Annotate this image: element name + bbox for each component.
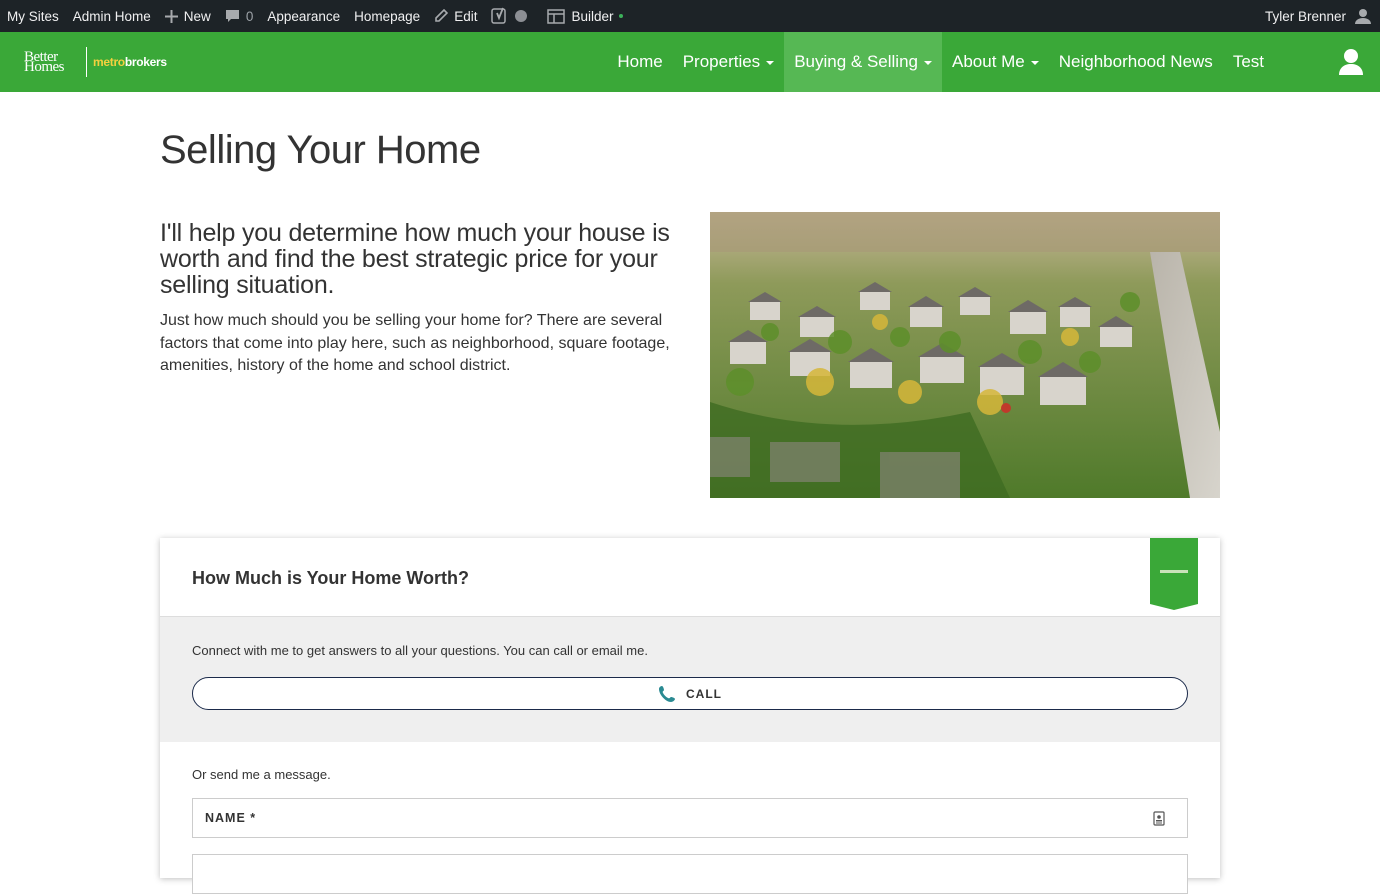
yoast-icon xyxy=(491,7,507,24)
builder-icon xyxy=(547,8,566,24)
main-navigation: Better Homes metrobrokers Home Propertie… xyxy=(0,32,1380,92)
brand-logo[interactable]: Better Homes metrobrokers xyxy=(24,46,169,78)
admin-home-label: Admin Home xyxy=(72,8,151,24)
logo-metro: metro xyxy=(93,55,125,69)
user-name: Tyler Brenner xyxy=(1264,8,1346,24)
nav-label: About Me xyxy=(952,52,1025,71)
nav-item-buying-selling[interactable]: Buying & Selling xyxy=(784,32,942,92)
user-account-menu[interactable]: Tyler Brenner xyxy=(1258,0,1380,32)
logo-better-homes: Better Homes xyxy=(24,50,80,75)
comment-icon xyxy=(225,10,239,22)
user-login-icon[interactable] xyxy=(1338,48,1364,76)
nav-item-properties[interactable]: Properties xyxy=(673,32,784,92)
nav-label: Properties xyxy=(682,52,761,71)
new-label: New xyxy=(183,8,211,24)
plus-icon xyxy=(164,9,178,23)
user-avatar-icon xyxy=(1355,9,1371,24)
homepage-link[interactable]: Homepage xyxy=(347,0,427,32)
call-section: Connect with me to get answers to all yo… xyxy=(160,617,1220,742)
nav-links: Home Properties Buying & Selling About M… xyxy=(607,32,1274,92)
phone-icon xyxy=(659,685,675,702)
nav-label: Home xyxy=(617,52,663,71)
contact-card-icon xyxy=(1153,811,1165,826)
nav-item-neighborhood-news[interactable]: Neighborhood News xyxy=(1049,32,1223,92)
lead-text: I'll help you determine how much your ho… xyxy=(160,219,670,299)
body-text: Just how much should you be selling your… xyxy=(160,312,670,374)
logo-brokers: brokers xyxy=(124,55,167,69)
builder-status-dot xyxy=(619,14,624,18)
appearance-label: Appearance xyxy=(267,8,341,24)
my-sites-label: My Sites xyxy=(7,8,59,24)
call-button[interactable]: CALL xyxy=(192,677,1188,710)
name-field[interactable]: NAME * xyxy=(192,798,1188,838)
chevron-down-icon xyxy=(766,61,775,65)
status-circle-icon xyxy=(515,10,528,22)
builder-link[interactable]: Builder xyxy=(540,0,630,32)
new-content-link[interactable]: New xyxy=(158,0,218,32)
nav-item-test[interactable]: Test xyxy=(1223,32,1274,92)
nav-label: Buying & Selling xyxy=(794,52,918,71)
edit-link[interactable]: Edit xyxy=(427,0,484,32)
bookmark-ribbon-icon xyxy=(1150,538,1198,610)
logo-divider xyxy=(86,47,87,77)
home-worth-card: How Much is Your Home Worth? Connect wit… xyxy=(160,538,1220,894)
nav-label: Test xyxy=(1232,52,1264,71)
homepage-label: Homepage xyxy=(354,8,421,24)
or-message-text: Or send me a message. xyxy=(192,767,331,782)
builder-label: Builder xyxy=(571,8,614,24)
chevron-down-icon xyxy=(924,61,932,65)
email-field[interactable] xyxy=(192,854,1188,894)
comments-link[interactable]: 0 xyxy=(218,0,261,32)
page-title: Selling Your Home xyxy=(160,128,481,172)
aerial-neighborhood-image xyxy=(710,212,1220,498)
comments-count: 0 xyxy=(245,8,254,24)
name-field-label: NAME * xyxy=(205,811,257,825)
admin-bar: My Sites Admin Home New 0 Appearance Hom… xyxy=(0,0,1380,32)
call-label: CALL xyxy=(686,686,722,701)
logo-line2: Homes xyxy=(24,59,65,75)
admin-home-link[interactable]: Admin Home xyxy=(66,0,158,32)
nav-item-about-me[interactable]: About Me xyxy=(942,32,1049,92)
nav-label: Neighborhood News xyxy=(1058,52,1213,71)
card-header: How Much is Your Home Worth? xyxy=(160,538,1220,617)
connect-text: Connect with me to get answers to all yo… xyxy=(192,643,648,658)
logo-metrobrokers: metrobrokers xyxy=(93,55,167,69)
edit-label: Edit xyxy=(454,8,478,24)
pencil-icon xyxy=(435,9,449,22)
seo-menu[interactable] xyxy=(484,0,540,32)
chevron-down-icon xyxy=(1030,61,1039,65)
my-sites-link[interactable]: My Sites xyxy=(0,0,66,32)
card-title: How Much is Your Home Worth? xyxy=(192,568,470,588)
nav-item-home[interactable]: Home xyxy=(607,32,672,92)
appearance-link[interactable]: Appearance xyxy=(260,0,347,32)
